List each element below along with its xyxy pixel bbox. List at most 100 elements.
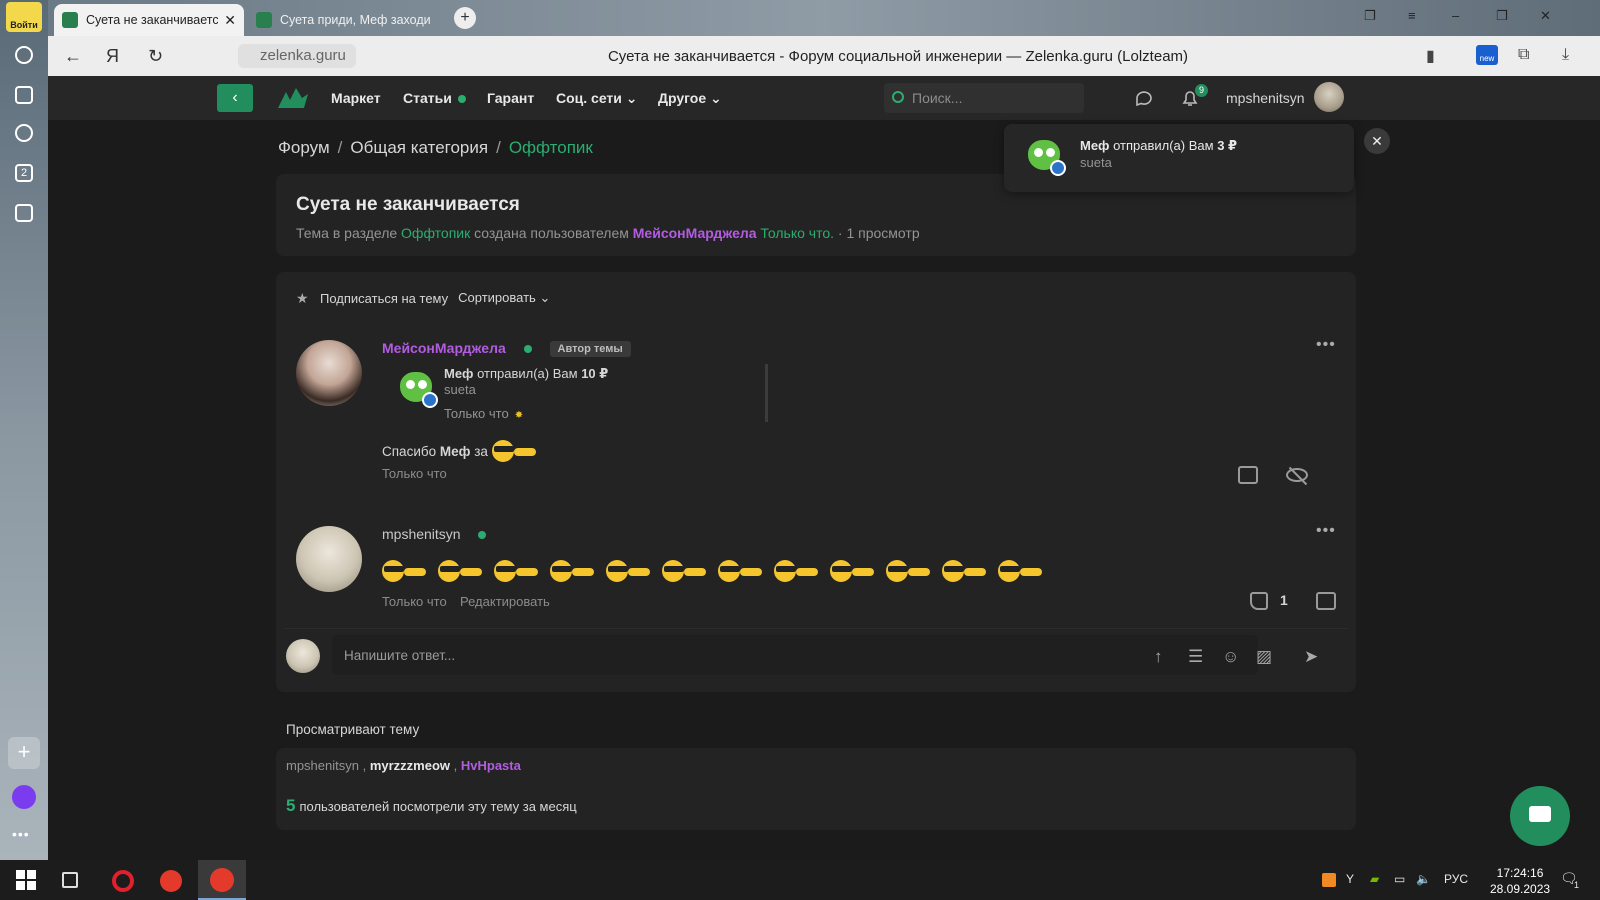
tab-active[interactable]: Суета не заканчивается ✕ — [54, 4, 244, 36]
meta-time[interactable]: Только что. — [760, 225, 834, 241]
smiley-icon[interactable]: ☺ — [1222, 647, 1239, 667]
post-author[interactable]: МейсонМарджела — [382, 340, 506, 356]
post-author[interactable]: mpshenitsyn — [382, 526, 461, 542]
video-icon[interactable] — [15, 124, 33, 142]
quote-amount: 10 ₽ — [581, 366, 609, 381]
breadcrumb-forum[interactable]: Форум — [278, 138, 330, 157]
post-menu-icon[interactable]: ••• — [1316, 336, 1336, 354]
chat-fab-button[interactable] — [1510, 786, 1570, 846]
post-avatar[interactable] — [296, 526, 362, 592]
more-icon[interactable]: ••• — [12, 826, 30, 842]
yandex-app-icon[interactable] — [160, 870, 182, 892]
clock[interactable]: 17:24:16 28.09.2023 — [1490, 865, 1550, 897]
upload-icon[interactable]: ↑ — [1154, 647, 1163, 667]
new-badge[interactable]: new — [1476, 45, 1498, 65]
viewer-link[interactable]: HvHpasta — [461, 758, 521, 773]
meta-prefix: Тема в разделе — [296, 225, 398, 241]
login-button[interactable]: Войти — [6, 2, 42, 32]
header-username[interactable]: mpshenitsyn — [1226, 90, 1305, 106]
breadcrumb-category[interactable]: Общая категория — [350, 138, 488, 157]
viewer-link[interactable]: myrzzzmeow — [370, 758, 450, 773]
emoji-hand — [908, 568, 930, 576]
emoji-hand — [628, 568, 650, 576]
header-avatar[interactable] — [1314, 82, 1344, 112]
menu-icon[interactable]: ≡ — [1408, 8, 1416, 23]
toast-close-button[interactable]: ✕ — [1364, 128, 1390, 154]
viewers-label: Просматривают тему — [286, 722, 420, 737]
search-box[interactable]: Поиск... — [884, 83, 1084, 113]
list-icon[interactable]: ☰ — [1188, 647, 1203, 667]
tab-title: Суета не заканчивается — [86, 13, 219, 27]
chevron-down-icon: ⌄ — [625, 90, 638, 106]
download-icon[interactable]: ⤓ — [1562, 46, 1569, 64]
like-icon[interactable] — [1250, 592, 1268, 610]
tray-yandex-icon[interactable]: Y — [1346, 872, 1354, 886]
close-window-icon[interactable]: ✕ — [1540, 8, 1551, 24]
minimize-icon[interactable]: – — [1452, 8, 1459, 23]
url-field[interactable]: zelenka.guru — [238, 44, 356, 68]
new-tab-button[interactable]: + — [454, 7, 476, 29]
reply-icon[interactable] — [1238, 466, 1258, 484]
screenshot-icon[interactable] — [15, 204, 33, 222]
opera-icon[interactable] — [112, 870, 134, 892]
browser-sidebar: Войти 2 + ••• — [0, 0, 48, 860]
task-view-icon[interactable] — [62, 872, 78, 888]
workspace-icon[interactable]: 2 — [15, 164, 33, 182]
subscribe-button[interactable]: Подписаться на тему — [320, 291, 448, 306]
extensions-icon[interactable]: ⧉ — [1518, 46, 1529, 64]
nav-guarantee[interactable]: Гарант — [487, 90, 534, 106]
restore-icon[interactable]: ❐ — [1496, 8, 1508, 24]
breadcrumb-separator: / — [496, 138, 501, 157]
yandex-icon[interactable]: Я — [106, 46, 119, 67]
post-date[interactable]: Только что — [382, 594, 447, 609]
site-logo[interactable] — [276, 84, 310, 112]
reply-input[interactable] — [332, 635, 1258, 675]
hide-icon[interactable] — [1286, 468, 1308, 482]
windows-start-icon[interactable] — [16, 870, 36, 890]
meta-section-link[interactable]: Оффтопик — [401, 225, 470, 241]
star-icon[interactable]: ★ — [296, 291, 310, 305]
tray-app-icon[interactable] — [1322, 873, 1336, 887]
thread-toolbar: ★ Подписаться на тему Сортировать ⌄ — [296, 290, 550, 306]
add-panel-button[interactable]: + — [8, 737, 40, 769]
close-tab-icon[interactable]: ✕ — [224, 12, 236, 29]
bookmarks-panel-icon[interactable]: ❐ — [1364, 8, 1376, 24]
chat-icon[interactable] — [1134, 88, 1154, 108]
history-icon[interactable] — [15, 46, 33, 64]
nav-other[interactable]: Другое ⌄ — [658, 90, 722, 107]
notification-toast[interactable]: Меф отправил(а) Вам 3 ₽ sueta — [1004, 124, 1354, 192]
language-indicator[interactable]: РУС — [1444, 872, 1468, 886]
back-icon[interactable]: ← — [64, 46, 82, 67]
collections-icon[interactable] — [15, 86, 33, 104]
nav-social[interactable]: Соц. сети ⌄ — [556, 90, 638, 107]
post-menu-icon[interactable]: ••• — [1316, 522, 1336, 540]
reload-icon[interactable]: ↻ — [148, 46, 163, 67]
nvidia-icon[interactable]: ▰ — [1370, 872, 1379, 886]
breadcrumb-current[interactable]: Оффтопик — [509, 138, 593, 157]
image-icon[interactable]: ▨ — [1256, 647, 1272, 667]
emoji-glasses — [493, 446, 514, 452]
tab-inactive[interactable]: Суета приди, Меф заходи — [248, 4, 438, 36]
alice-icon[interactable] — [12, 785, 36, 809]
network-icon[interactable]: ▭ — [1394, 872, 1405, 886]
action-center-count: 1 — [1574, 880, 1580, 890]
bookmark-icon[interactable]: ▮ — [1426, 46, 1435, 66]
viewer-link[interactable]: mpshenitsyn — [286, 758, 359, 773]
clock-time: 17:24:16 — [1496, 866, 1544, 880]
reply-icon[interactable] — [1316, 592, 1336, 610]
cool-emoji — [494, 560, 540, 582]
cool-emoji — [606, 560, 652, 582]
toast-comment: sueta — [1080, 155, 1112, 170]
yandex-browser-icon[interactable] — [210, 868, 234, 892]
post-avatar[interactable] — [296, 340, 362, 406]
meta-author-link[interactable]: МейсонМарджела — [633, 225, 757, 241]
post-date[interactable]: Только что — [382, 466, 447, 481]
nav-articles[interactable]: Статьи — [403, 90, 466, 106]
send-icon[interactable]: ➤ — [1304, 647, 1318, 667]
nav-market[interactable]: Маркет — [331, 90, 381, 106]
back-button[interactable]: ‹ — [217, 84, 253, 112]
sort-button[interactable]: Сортировать ⌄ — [458, 290, 550, 306]
emoji-glasses — [664, 566, 684, 572]
edit-link[interactable]: Редактировать — [460, 594, 550, 609]
volume-icon[interactable]: 🔈 — [1416, 872, 1431, 886]
